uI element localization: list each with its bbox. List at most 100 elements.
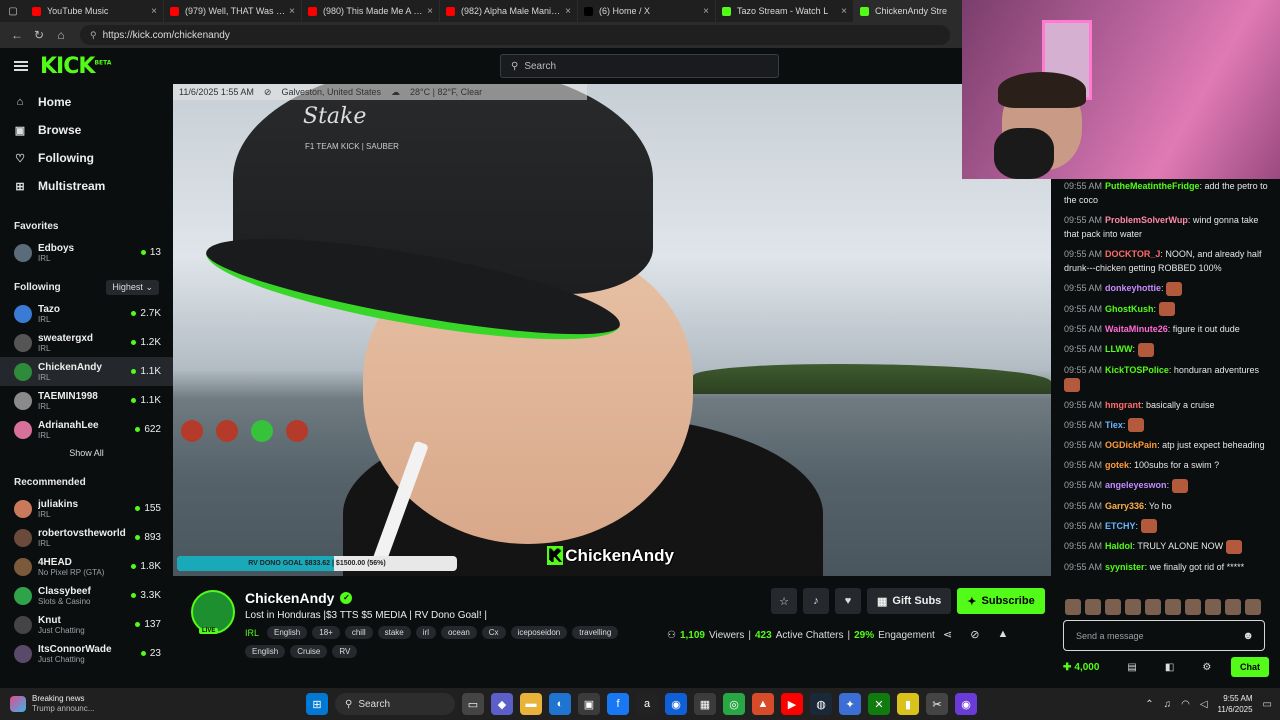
copilot-icon[interactable]: ◆ [491,693,513,715]
chat-username[interactable]: Haldol [1105,541,1133,551]
sidebar-nav-following[interactable]: ♡ Following [0,144,173,172]
chat-username[interactable]: KickTOSPolice [1105,365,1169,375]
close-tab-icon[interactable]: × [289,6,295,17]
chat-messages[interactable]: 09:55 AM PutheMeatintheFridge: add the pe… [1051,179,1280,597]
vlc-icon[interactable]: ▲ [752,693,774,715]
emote-button[interactable] [1125,599,1141,615]
emote-button[interactable] [1065,599,1081,615]
wifi-icon[interactable]: ◠ [1181,699,1190,710]
hamburger-menu-icon[interactable] [14,59,28,73]
sort-dropdown[interactable]: Highest ⌄ [106,279,159,295]
facebook-icon[interactable]: f [607,693,629,715]
stream-tag[interactable]: RV [332,645,358,658]
browser-tab[interactable]: (982) Alpha Male Manifest × [440,0,578,22]
stream-category[interactable]: IRL [245,628,259,638]
chrome-icon[interactable]: ◎ [723,693,745,715]
emote-button[interactable] [1225,599,1241,615]
emote-button[interactable] [1205,599,1221,615]
hide-icon[interactable]: ⊘ [970,628,979,641]
windows-start-icon[interactable]: ⊞ [306,693,328,715]
close-tab-icon[interactable]: × [565,6,571,17]
chat-username[interactable]: LLWW [1105,344,1133,354]
show-all-button[interactable]: Show All [0,448,173,464]
share-icon[interactable]: ⋖ [943,628,952,641]
chat-message-input[interactable]: Send a message ☻ [1063,620,1265,651]
emote-button[interactable] [1185,599,1201,615]
report-icon[interactable]: ▲ [997,628,1008,641]
back-arrow-icon[interactable]: ← [6,28,28,42]
settings-icon[interactable]: ⚙ [1202,662,1211,673]
snipping-icon[interactable]: ✂ [926,693,948,715]
emote-button[interactable] [1245,599,1261,615]
prediction-icon[interactable]: ◧ [1165,662,1174,673]
sidebar-channel-chickenandy[interactable]: ChickenAndy IRL 1.1K [0,357,173,386]
sidebar-channel-tazo[interactable]: Tazo IRL 2.7K [0,299,173,328]
url-field[interactable]: ⚲ https://kick.com/chickenandy [80,25,950,45]
chat-username[interactable]: ProblemSolverWup [1105,215,1188,225]
chat-username[interactable]: syynister [1105,562,1145,572]
notification-icon[interactable]: ▭ [1263,699,1272,710]
taskbar-search[interactable]: ⚲ Search [335,693,455,715]
emoji-icon[interactable]: ☻ [1242,630,1254,642]
close-tab-icon[interactable]: × [427,6,433,17]
chat-username[interactable]: Garry336 [1105,501,1144,511]
video-player[interactable]: Stake F1 TEAM KICK | SAUBER 11/6/2025 1:… [173,84,1051,576]
close-tab-icon[interactable]: × [151,6,157,17]
stream-tag[interactable]: 18+ [312,626,340,639]
stream-tag[interactable]: Cruise [290,645,328,658]
streamer-name[interactable]: ChickenAndy [245,590,334,606]
volume-icon[interactable]: ◁ [1200,699,1208,710]
close-tab-icon[interactable]: × [703,6,709,17]
home-browser-icon[interactable]: ⌂ [50,28,72,42]
stream-tag[interactable]: Cx [481,626,506,639]
browser-icon[interactable]: ◉ [665,693,687,715]
chat-username[interactable]: donkeyhottie [1105,283,1161,293]
subscribe-button[interactable]: ✦ Subscribe [957,588,1045,614]
chat-username[interactable]: gotek [1105,460,1129,470]
chat-username[interactable]: OGDickPain [1105,440,1157,450]
calculator-icon[interactable]: ▦ [694,693,716,715]
stream-tag[interactable]: English [245,645,286,658]
stream-tag[interactable]: irl [415,626,436,639]
store-icon[interactable]: ▤ [1127,662,1136,673]
emote-button[interactable] [1085,599,1101,615]
reload-icon[interactable]: ↻ [28,28,50,42]
app-icon[interactable]: ✦ [839,693,861,715]
bell-icon[interactable]: ♪ [803,588,829,614]
stream-tag[interactable]: stake [377,626,411,639]
tab-actions-menu[interactable]: ▢ [0,0,26,22]
channel-points[interactable]: ✚ 4,000 [1063,662,1099,673]
file-explorer-icon[interactable]: ▬ [520,693,542,715]
edge-icon[interactable]: ◐ [549,693,571,715]
emote-button[interactable] [1105,599,1121,615]
close-tab-icon[interactable]: × [841,6,847,17]
notes-icon[interactable]: ▮ [897,693,919,715]
chat-username[interactable]: hmgrant [1105,400,1141,410]
sidebar-nav-home[interactable]: ⌂ Home [0,88,173,116]
stream-tag[interactable]: iceposeidon [510,626,568,639]
sidebar-channel-edboys[interactable]: Edboys IRL 13 [0,238,173,267]
chat-username[interactable]: Tiex [1105,420,1123,430]
chat-username[interactable]: ETCHY [1105,521,1136,531]
sidebar-channel-knut[interactable]: Knut Just Chatting 137 [0,610,173,639]
steam-icon[interactable]: ◍ [810,693,832,715]
sidebar-nav-multistream[interactable]: ⊞ Multistream [0,172,173,200]
browser-tab[interactable]: (980) This Made Me A Belie × [302,0,440,22]
amazon-icon[interactable]: a [636,693,658,715]
star-icon[interactable]: ☆ [771,588,797,614]
tray-overflow-icon[interactable]: ⌃ [1145,699,1153,710]
sidebar-channel-taemin1998[interactable]: TAEMIN1998 IRL 1.1K [0,386,173,415]
sidebar-channel-sweatergxd[interactable]: sweatergxd IRL 1.2K [0,328,173,357]
chat-username[interactable]: PutheMeatintheFridge [1105,181,1200,191]
search-input[interactable]: ⚲ Search [500,54,779,78]
stream-tag[interactable]: ocean [440,626,477,639]
sidebar-channel-4head[interactable]: 4HEAD No Pixel RP (GTA) 1.8K [0,552,173,581]
obs-icon[interactable]: ◉ [955,693,977,715]
xbox-icon[interactable]: ✕ [868,693,890,715]
emote-button[interactable] [1145,599,1161,615]
clock[interactable]: 9:55 AM 11/6/2025 [1218,693,1253,715]
chat-username[interactable]: WaitaMinute26 [1105,324,1168,334]
sidebar-channel-robertovstheworld[interactable]: robertovstheworld IRL 893 [0,523,173,552]
sidebar-channel-juliakins[interactable]: juliakins IRL 155 [0,494,173,523]
news-widget[interactable]: Breaking news Trump announc... [10,694,140,714]
